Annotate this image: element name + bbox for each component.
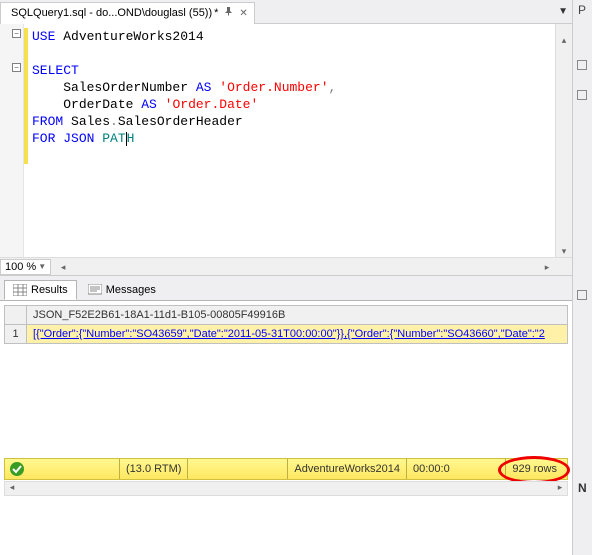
success-icon [9, 461, 25, 477]
right-docked-panel[interactable]: P N [572, 0, 592, 555]
modified-indicator: * [214, 7, 218, 19]
modification-marker [24, 28, 28, 164]
expand-icon[interactable] [577, 290, 587, 300]
results-pane: JSON_F52E2B61-18A1-11d1-B105-00805F49916… [0, 300, 572, 496]
scroll-right-icon[interactable]: ▸ [553, 482, 567, 495]
pin-icon[interactable] [224, 7, 233, 19]
chevron-down-icon: ▼ [38, 262, 46, 271]
editor-footer: 100 % ▼ ◂ ▸ [0, 257, 572, 275]
tab-messages-label: Messages [106, 284, 156, 296]
status-server [29, 459, 119, 479]
grid-icon [13, 284, 27, 296]
panel-letter: N [578, 481, 587, 495]
grid-corner[interactable] [5, 306, 27, 325]
table-row[interactable]: 1 [{"Order":{"Number":"SO43659","Date":"… [5, 325, 567, 343]
status-database: AdventureWorks2014 [287, 459, 406, 479]
outline-collapse-icon[interactable] [12, 63, 21, 72]
zoom-dropdown[interactable]: 100 % ▼ [0, 259, 51, 275]
results-grid[interactable]: JSON_F52E2B61-18A1-11d1-B105-00805F49916… [4, 305, 568, 344]
expand-icon[interactable] [577, 90, 587, 100]
row-number[interactable]: 1 [5, 325, 27, 343]
document-tab-bar: SQLQuery1.sql - do...OND\douglasl (55)) … [0, 0, 572, 24]
grid-column-header[interactable]: JSON_F52E2B61-18A1-11d1-B105-00805F49916… [27, 306, 567, 325]
code-content[interactable]: USE AdventureWorks2014 SELECT SalesOrder… [0, 24, 572, 147]
results-horizontal-scrollbar[interactable]: ◂ ▸ [4, 481, 568, 496]
status-elapsed: 00:00:0 [406, 459, 456, 479]
status-user [187, 459, 287, 479]
status-rowcount: 929 rows [505, 459, 567, 479]
tab-title: SQLQuery1.sql - do...OND\douglasl (55)) [11, 7, 212, 19]
tab-overflow-dropdown[interactable]: ▼ [554, 6, 572, 17]
editor-gutter [0, 24, 24, 259]
tab-messages[interactable]: Messages [79, 280, 165, 300]
horizontal-scrollbar[interactable]: ◂ ▸ [55, 259, 555, 275]
status-bar: (13.0 RTM) AdventureWorks2014 00:00:0 92… [4, 458, 568, 480]
expand-icon[interactable] [577, 60, 587, 70]
close-icon[interactable]: ✕ [239, 8, 247, 19]
scroll-left-icon[interactable]: ◂ [5, 482, 19, 495]
scroll-right-icon[interactable]: ▸ [539, 259, 555, 275]
right-panel-title-initial: P [573, 0, 592, 20]
tab-results[interactable]: Results [4, 280, 77, 300]
grid-header-row: JSON_F52E2B61-18A1-11d1-B105-00805F49916… [5, 306, 567, 325]
document-tab-active[interactable]: SQLQuery1.sql - do...OND\douglasl (55)) … [0, 2, 255, 24]
tab-results-label: Results [31, 284, 68, 296]
outline-collapse-icon[interactable] [12, 29, 21, 38]
scroll-up-icon[interactable]: ▴ [556, 32, 572, 48]
results-tab-bar: Results Messages [0, 276, 572, 300]
zoom-value: 100 % [5, 261, 36, 273]
json-result-cell[interactable]: [{"Order":{"Number":"SO43659","Date":"20… [27, 325, 567, 343]
vertical-scrollbar[interactable]: ▴ ▾ [555, 24, 572, 259]
messages-icon [88, 284, 102, 296]
status-version: (13.0 RTM) [119, 459, 187, 479]
sql-editor[interactable]: ▴ ▾ USE AdventureWorks2014 SELECT SalesO… [0, 24, 572, 276]
scroll-left-icon[interactable]: ◂ [55, 259, 71, 275]
